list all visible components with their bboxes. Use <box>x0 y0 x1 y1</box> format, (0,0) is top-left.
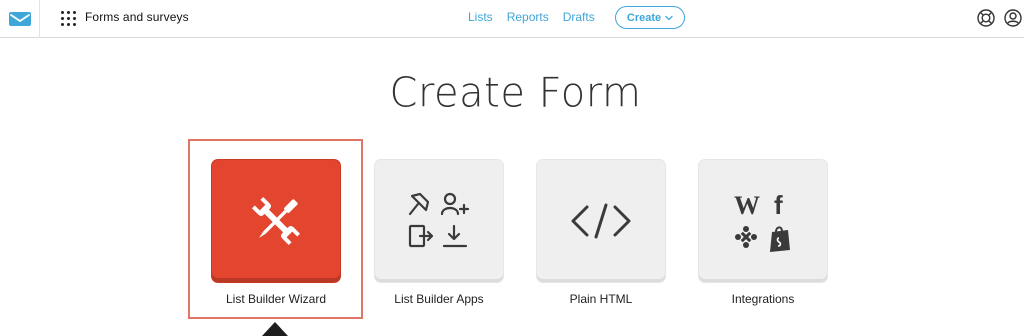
app-title: Forms and surveys <box>85 10 189 24</box>
option-label-integrations: Integrations <box>731 292 795 306</box>
option-integrations[interactable]: W f <box>699 160 827 282</box>
nav-lists[interactable]: Lists <box>468 10 493 24</box>
chevron-down-icon <box>665 15 673 21</box>
create-button-label: Create <box>626 11 662 24</box>
svg-text:W: W <box>734 191 760 220</box>
nav-drafts[interactable]: Drafts <box>563 10 595 24</box>
code-brackets-icon <box>569 201 633 241</box>
user-account-icon[interactable] <box>1003 8 1023 28</box>
apps-tools-icon <box>406 190 472 252</box>
help-lifebuoy-icon[interactable] <box>976 8 996 28</box>
option-plain-html[interactable] <box>537 160 665 282</box>
apps-grid-icon[interactable] <box>61 11 76 26</box>
option-label-plain-html: Plain HTML <box>569 292 633 306</box>
logo[interactable] <box>0 0 40 38</box>
top-nav: Lists Reports Drafts <box>468 10 609 24</box>
create-button[interactable]: Create <box>615 6 685 29</box>
top-bar: Forms and surveys Lists Reports Drafts C… <box>0 0 1024 38</box>
svg-text:f: f <box>774 190 783 220</box>
option-label-list-builder-apps: List Builder Apps <box>394 292 484 306</box>
wrench-screwdriver-icon <box>246 191 306 251</box>
option-label-list-builder-wizard: List Builder Wizard <box>225 292 327 306</box>
option-list-builder-wizard[interactable] <box>212 160 340 282</box>
nav-reports[interactable]: Reports <box>507 10 549 24</box>
option-list-builder-apps[interactable] <box>375 160 503 282</box>
integrations-icon: W f <box>732 190 794 252</box>
page-title: Create Form <box>389 69 642 117</box>
envelope-logo-icon <box>8 11 32 27</box>
selection-pointer <box>262 322 288 336</box>
